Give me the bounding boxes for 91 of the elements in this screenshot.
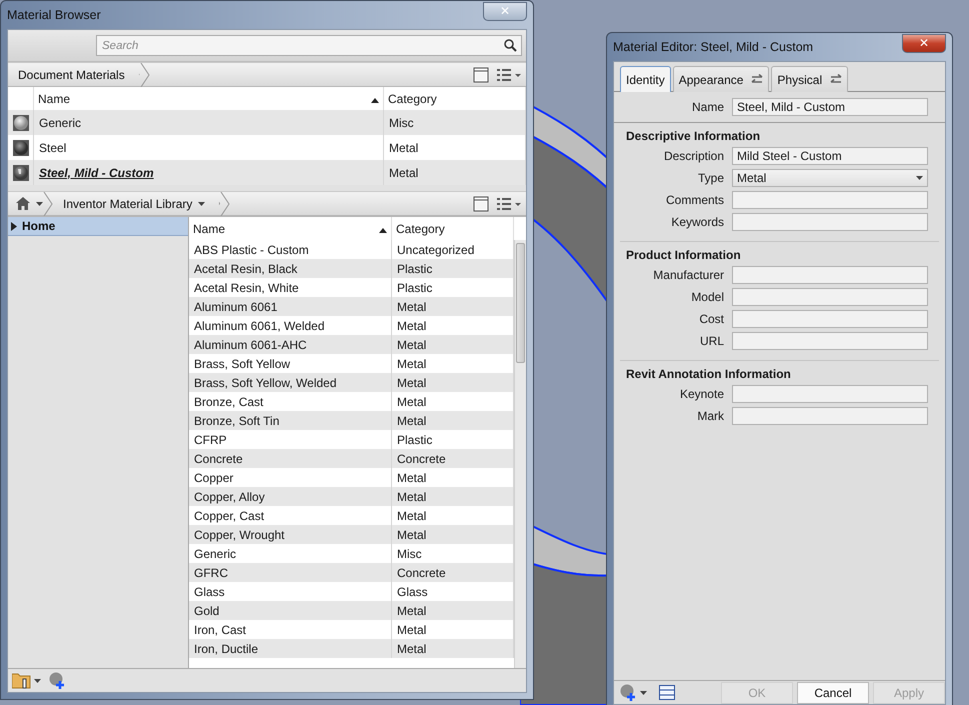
expander-icon[interactable] <box>11 222 17 230</box>
field-label: URL <box>698 334 724 348</box>
dropdown-field[interactable]: Metal <box>732 169 928 187</box>
section-heading: Revit Annotation Information <box>625 366 792 383</box>
tab[interactable]: Appearance <box>672 66 770 92</box>
category-cell: Metal <box>392 335 514 354</box>
category-cell: Metal <box>392 525 514 544</box>
sphere-add-icon <box>49 672 67 689</box>
create-material-button[interactable] <box>620 684 647 701</box>
material-name-cell[interactable]: Generic <box>34 110 384 135</box>
field-label: Keywords <box>670 215 724 229</box>
field-label: Keynote <box>678 387 724 401</box>
dropdown-caret-icon <box>916 176 923 180</box>
sort-ascending-icon <box>379 228 387 232</box>
material-name-cell[interactable]: GFRC <box>189 563 392 582</box>
material-name-cell[interactable]: Bronze, Soft Tin <box>189 411 392 430</box>
category-cell: Metal <box>392 373 514 392</box>
input-field[interactable] <box>732 266 928 284</box>
category-cell: Concrete <box>392 563 514 582</box>
input-field[interactable] <box>732 213 928 231</box>
dropdown-caret-icon <box>36 202 43 206</box>
material-swatch-icon <box>12 164 28 180</box>
category-cell: Plastic <box>392 259 514 278</box>
material-swatch-icon <box>12 140 28 156</box>
field-label: Type <box>696 171 724 185</box>
list-view-icon[interactable] <box>497 68 521 82</box>
input-field[interactable] <box>732 310 928 328</box>
input-field[interactable] <box>732 332 928 350</box>
field-label: Manufacturer <box>652 268 724 282</box>
field-label: Cost <box>698 312 724 326</box>
material-name-cell[interactable]: Acetal Resin, Black <box>189 259 392 278</box>
panel-icon <box>659 685 675 700</box>
search-icon <box>504 39 517 52</box>
library-menu-button[interactable] <box>12 672 41 689</box>
category-cell: Metal <box>392 411 514 430</box>
input-field[interactable]: Steel, Mild - Custom <box>732 98 928 116</box>
input-field[interactable] <box>732 191 928 209</box>
caret-icon <box>640 690 647 694</box>
category-cell: Concrete <box>392 449 514 468</box>
panel-view-icon[interactable] <box>473 196 489 212</box>
sphere-add-icon <box>620 684 638 701</box>
search-field[interactable]: Search <box>96 35 522 56</box>
material-name-cell[interactable]: Aluminum 6061-AHC <box>189 335 392 354</box>
material-swatch-icon <box>12 114 28 130</box>
field-label: Model <box>690 290 724 304</box>
field-label: Description <box>662 149 724 163</box>
category-cell: Metal <box>392 487 514 506</box>
category-cell: Metal <box>392 639 514 658</box>
breadcrumb-chevron-icon <box>43 192 53 216</box>
panel-view-icon[interactable] <box>473 66 489 82</box>
field-label: Comments <box>664 193 724 207</box>
input-field[interactable] <box>732 288 928 306</box>
material-name-cell[interactable]: Gold <box>189 601 392 620</box>
category-cell: Metal <box>392 601 514 620</box>
dialog-button[interactable]: Cancel <box>797 682 869 704</box>
material-name-cell[interactable]: Steel, Mild - Custom <box>34 160 384 185</box>
breadcrumb-chevron-icon <box>140 62 150 86</box>
window-title: Material Editor: Steel, Mild - Custom <box>613 40 814 54</box>
tab[interactable]: Physical <box>771 66 848 92</box>
section-heading: Product Information <box>625 247 742 264</box>
material-name-cell[interactable]: Aluminum 6061 <box>189 297 392 316</box>
field-label: Name <box>690 100 724 114</box>
tree-item[interactable]: Home <box>8 217 188 236</box>
material-name-cell[interactable]: Iron, Ductile <box>189 639 392 658</box>
home-icon <box>16 197 30 210</box>
material-name-cell[interactable]: Concrete <box>189 449 392 468</box>
breadcrumb-chevron-icon <box>220 192 230 216</box>
window-title: Material Browser <box>7 8 101 22</box>
create-material-button[interactable] <box>49 672 67 689</box>
caret-icon <box>34 678 41 682</box>
field-label: Mark <box>696 409 724 423</box>
category-cell: Metal <box>384 160 526 185</box>
input-field[interactable] <box>732 385 928 403</box>
category-cell: Misc <box>384 110 526 135</box>
tab[interactable]: Identity <box>620 66 671 92</box>
category-cell: Metal <box>392 297 514 316</box>
section-heading: Descriptive Information <box>625 128 762 145</box>
dropdown-caret-icon <box>198 202 206 206</box>
material-name-cell[interactable]: Brass, Soft Yellow, Welded <box>189 373 392 392</box>
input-field[interactable]: Mild Steel - Custom <box>732 147 928 165</box>
material-name-cell[interactable]: Copper, Alloy <box>189 487 392 506</box>
list-view-icon[interactable] <box>497 196 521 210</box>
material-name-cell[interactable]: Copper, Wrought <box>189 525 392 544</box>
folder-icon <box>12 672 32 689</box>
input-field[interactable] <box>732 407 928 425</box>
swap-icon <box>751 74 764 85</box>
swap-icon <box>830 74 842 85</box>
close-button[interactable]: ✕ <box>902 34 946 52</box>
scrollbar[interactable] <box>514 240 526 668</box>
browser-toggle-button[interactable] <box>659 685 675 700</box>
sort-ascending-icon <box>371 98 379 102</box>
